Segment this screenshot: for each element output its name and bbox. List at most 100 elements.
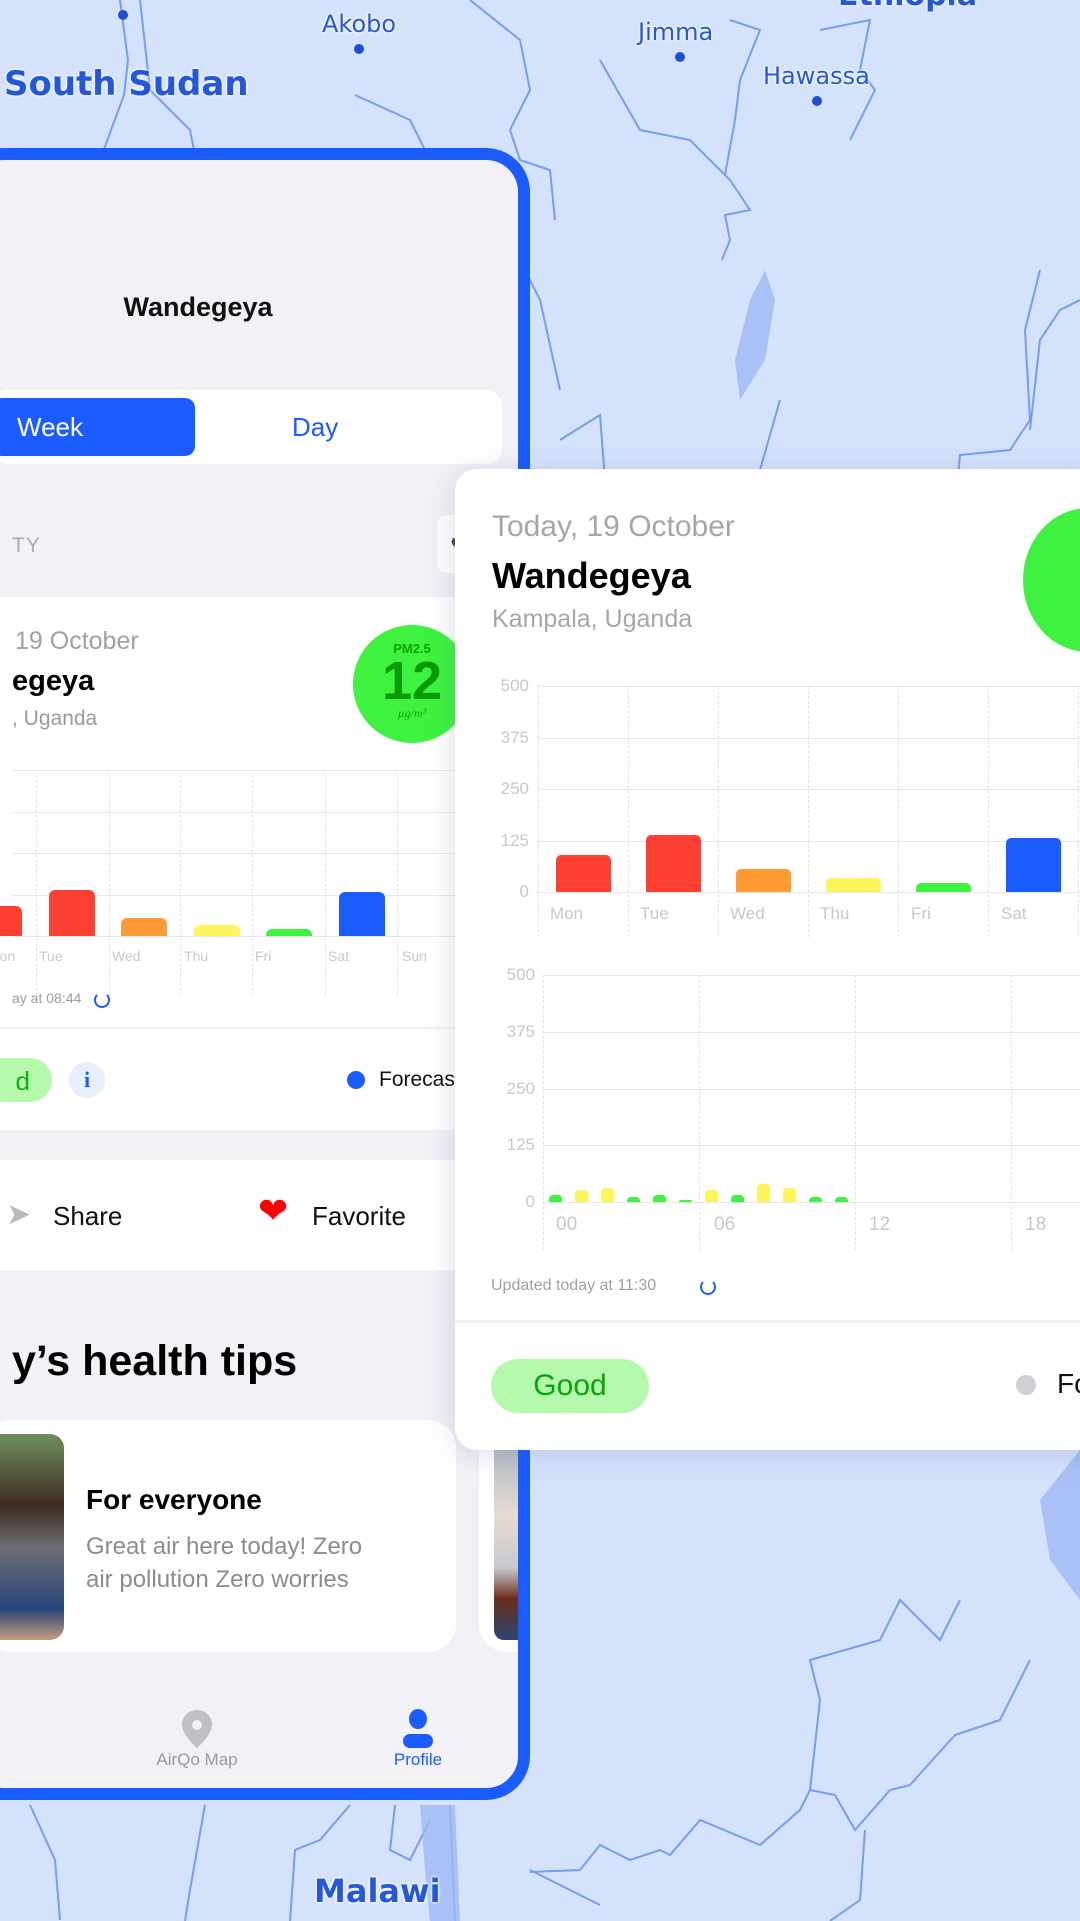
x-tick-label: 12: [869, 1214, 891, 1235]
x-tick-label: Wed: [730, 904, 765, 923]
health-tips-heading: y’s health tips: [12, 1337, 298, 1385]
bar: [0, 905, 22, 936]
updated-text: Updated today at 11:30: [491, 1277, 657, 1294]
bar: [1006, 837, 1061, 892]
bar: [549, 1195, 562, 1202]
nav-airqo-map[interactable]: AirQo Map: [152, 1750, 242, 1770]
detail-date: Today, 19 October: [492, 510, 735, 543]
y-tick-label: 250: [500, 779, 529, 798]
toggle-day[interactable]: Day: [292, 412, 338, 443]
grid-vline: [855, 975, 856, 1250]
grid-vline: [543, 975, 544, 1250]
map-label-south-sudan[interactable]: South Sudan: [4, 64, 249, 104]
y-tick-label: 0: [525, 1192, 535, 1211]
tip-card[interactable]: For everyone Great air here today! Zero a…: [0, 1420, 456, 1652]
gridline: [12, 936, 482, 937]
gridline: [543, 1088, 1080, 1090]
heart-icon[interactable]: ❤: [258, 1190, 288, 1232]
map-label-hawassa[interactable]: Hawassa: [763, 62, 870, 90]
bar: [705, 1190, 718, 1202]
y-tick-label: 125: [500, 830, 529, 850]
grid-vline: [1011, 975, 1012, 1250]
grid-vline: [252, 770, 253, 996]
share-button[interactable]: Share: [53, 1201, 122, 1232]
phone-frame: Wandegeya Week Day TY ♻ 19 October egeya…: [0, 148, 530, 1800]
tip-title: For everyone: [86, 1484, 262, 1515]
pm-unit: µg/m³: [397, 706, 427, 720]
city-dot: [675, 52, 685, 62]
favorite-button[interactable]: Favorite: [312, 1201, 406, 1232]
card-region: , Uganda: [12, 707, 98, 730]
gridline: [543, 1031, 1080, 1033]
forecast-label[interactable]: Forecast: [379, 1068, 461, 1092]
card-date: 19 October: [15, 627, 139, 655]
bar: [731, 1195, 744, 1202]
forecast-dot-icon: [1016, 1375, 1036, 1395]
grid-vline: [988, 686, 989, 937]
x-tick-label: Fri: [911, 904, 931, 923]
y-tick-label: 0: [519, 882, 529, 901]
detail-location: Wandegeya: [492, 555, 691, 596]
x-tick-label: Thu: [184, 948, 209, 964]
section-label: TY: [12, 534, 41, 557]
refresh-icon[interactable]: [94, 992, 110, 1008]
forecast-label[interactable]: Fo: [1057, 1368, 1080, 1400]
profile-icon[interactable]: [402, 1709, 434, 1749]
bar: [653, 1195, 666, 1202]
detail-card[interactable]: Today, 19 October Wandegeya Kampala, Uga…: [455, 469, 1080, 1450]
info-icon[interactable]: i: [69, 1062, 105, 1098]
nav-profile[interactable]: Profile: [378, 1750, 458, 1770]
grid-vline: [718, 686, 719, 937]
grid-vline: [36, 770, 37, 996]
x-tick-label: 00: [556, 1214, 578, 1235]
bar: [826, 877, 881, 892]
city-dot: [354, 44, 364, 54]
share-icon[interactable]: ➤: [6, 1197, 31, 1232]
tip-image: [494, 1434, 518, 1640]
bar: [736, 869, 791, 892]
x-tick-label: Sat: [328, 948, 350, 964]
map-label-akobo[interactable]: Akobo: [322, 10, 396, 38]
map-label-ethiopia[interactable]: Ethiopia: [838, 0, 977, 13]
gridline: [543, 975, 1080, 976]
x-tick-label: Sat: [1001, 904, 1027, 923]
updated-text: ay at 08:44: [12, 990, 82, 1006]
x-tick-label: 06: [714, 1214, 736, 1235]
x-tick-label: 18: [1025, 1214, 1047, 1235]
tip-body: Great air here today! Zero air pollution …: [86, 1533, 363, 1593]
gridline: [12, 770, 482, 771]
grid-vline: [699, 975, 700, 1250]
location-title: Wandegeya: [123, 292, 273, 322]
bar: [646, 834, 701, 892]
tip-card-next[interactable]: [479, 1420, 518, 1652]
bar: [193, 924, 240, 936]
gridline: [12, 811, 482, 813]
refresh-icon[interactable]: [700, 1279, 716, 1295]
card-location: egeya: [12, 665, 95, 697]
bar: [627, 1197, 640, 1202]
map-label-jimma[interactable]: Jimma: [638, 18, 713, 46]
bar: [338, 892, 385, 936]
bar: [835, 1197, 848, 1202]
grid-vline: [538, 686, 539, 937]
map-label-malawi[interactable]: Malawi: [314, 1872, 441, 1910]
grid-vline: [397, 770, 398, 996]
pm-badge-detail: [1023, 508, 1080, 652]
x-tick-label: Sun: [402, 948, 427, 964]
bar: [916, 882, 971, 892]
bar: [266, 928, 312, 936]
detail-region: Kampala, Uganda: [492, 605, 693, 633]
y-tick-label: 375: [506, 1021, 535, 1041]
y-tick-label: 500: [506, 965, 535, 984]
bar: [575, 1190, 588, 1202]
map-pin-icon[interactable]: [180, 1709, 214, 1749]
toggle-week[interactable]: Week: [0, 398, 195, 456]
grid-vline: [628, 686, 629, 937]
x-tick-label: Tue: [39, 948, 63, 964]
y-tick-label: 125: [506, 1135, 535, 1155]
city-dot: [118, 10, 128, 20]
period-toggle: Week Day: [0, 390, 502, 464]
divider: [455, 1320, 1080, 1323]
gridline: [12, 853, 482, 854]
bar: [121, 917, 167, 936]
